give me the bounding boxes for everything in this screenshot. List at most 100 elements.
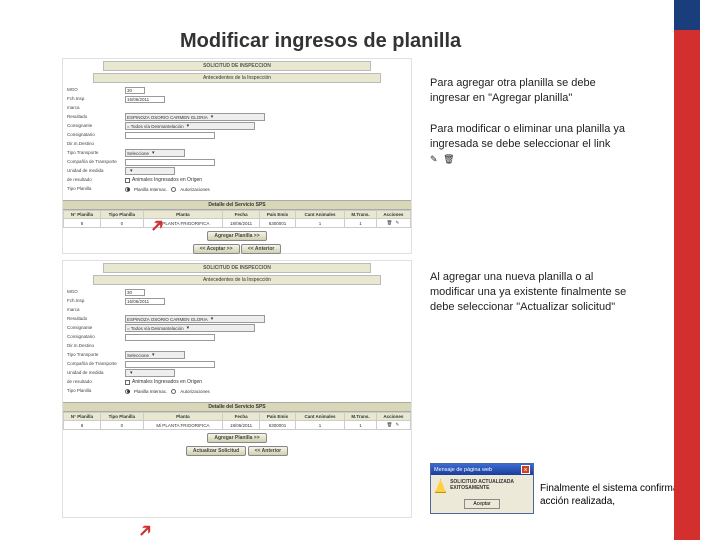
td-np: 8 <box>64 219 101 228</box>
radio-internac-b[interactable] <box>125 389 130 394</box>
screenshot-bottom: SOLICITUD DE INSPECCION Antecedentes de … <box>62 260 412 518</box>
lbl-consignante-b: Consignante <box>67 325 123 334</box>
lbl-resultado2: de resultado <box>67 177 123 186</box>
mgo-input[interactable]: 30 <box>125 87 145 94</box>
transporte-select[interactable]: Seleccione <box>125 149 185 157</box>
lbl-marca: marca <box>67 105 123 114</box>
radio-autoriz-label-b: Autorizaciones <box>180 389 210 394</box>
table-row: 8 0 Mi PLANTA FRIGORIFICA 18/06/2011 630… <box>64 219 411 228</box>
td-tipo-b: 0 <box>100 421 143 430</box>
close-icon[interactable]: × <box>521 465 530 474</box>
td-tipo: 0 <box>100 219 143 228</box>
transporte-select-b[interactable]: Seleccione <box>125 351 185 359</box>
lbl-compania: Compañía de Transporte <box>67 159 123 168</box>
lbl-marca-b: marca <box>67 307 123 316</box>
brand-red <box>674 30 700 540</box>
pencil-icon: ✎ <box>430 153 440 163</box>
origen-checkbox-b[interactable] <box>125 380 130 385</box>
radio-internac-label-b: Planilla Internac. <box>134 389 167 394</box>
lbl-transporte: Tipo Transporte <box>67 150 123 159</box>
lbl-fecha: Fch.Insp. <box>67 96 123 105</box>
radio-internac-label: Planilla Internac. <box>134 187 167 192</box>
compania-input[interactable] <box>125 159 215 166</box>
row-pencil-icon[interactable]: ✎ <box>394 220 400 226</box>
radio-autoriz-b[interactable] <box>171 389 176 394</box>
form-area-b: MGO Fch.Insp. marca Resultado Consignant… <box>65 287 409 399</box>
planilla-table-b: N° Planilla Tipo Planilla Planta Fecha P… <box>63 412 411 430</box>
row-pencil-icon-b[interactable]: ✎ <box>394 422 400 428</box>
th-acc: Acciones <box>376 211 410 219</box>
lbl-transporte-b: Tipo Transporte <box>67 352 123 361</box>
row-trash-icon-b[interactable]: 🗑 <box>386 422 392 428</box>
lbl-consignante: Consignante <box>67 123 123 132</box>
th-cant: Cant Animales <box>295 211 344 219</box>
unidad-select[interactable] <box>125 167 175 175</box>
anterior-button[interactable]: << Anterior <box>241 244 282 254</box>
consignatario-input[interactable] <box>125 132 215 139</box>
lbl-tipoplanilla: Tipo Planilla <box>67 186 123 195</box>
lbl-tipoplanilla-b: Tipo Planilla <box>67 388 123 397</box>
mgo-input-b[interactable]: 30 <box>125 289 145 296</box>
dialog-message: SOLICITUD ACTUALIZADA EXITOSAMENTE <box>450 479 529 491</box>
section-label-b: Antecedentes de la Inspección <box>93 275 381 285</box>
lbl-unidad: Unidad de medida <box>67 168 123 177</box>
th-tipo-b: Tipo Planilla <box>100 413 143 421</box>
td-np-b: 8 <box>64 421 101 430</box>
th-pais-b: País Emis <box>260 413 296 421</box>
th-mt: M.Trans. <box>345 211 377 219</box>
detail-band-b: Detalle del Servicio SPS <box>63 402 411 412</box>
edit-icons: ✎ 🗑 <box>430 152 453 167</box>
resultado-select[interactable]: ESPINOZA OSORIO CARMEN GLORIA <box>125 113 265 121</box>
form-label-col: MGO Fch.Insp. marca Resultado Consignant… <box>65 85 125 197</box>
lbl-consignatario-b: Consignatario <box>67 334 123 343</box>
th-acc-b: Acciones <box>376 413 410 421</box>
row-trash-icon[interactable]: 🗑 <box>386 220 392 226</box>
th-mt-b: M.Trans. <box>345 413 377 421</box>
dialog-body: SOLICITUD ACTUALIZADA EXITOSAMENTE <box>431 475 533 497</box>
form-header: SOLICITUD DE INSPECCION <box>103 61 371 71</box>
th-fecha-b: Fecha <box>223 413 260 421</box>
lbl-compania-b: Compañía de Transporte <box>67 361 123 370</box>
planilla-table: N° Planilla Tipo Planilla Planta Fecha P… <box>63 210 411 228</box>
confirm-dialog: Mensaje de página web × SOLICITUD ACTUAL… <box>430 463 534 514</box>
compania-input-b[interactable] <box>125 361 215 368</box>
lbl-unidad-b: Unidad de medida <box>67 370 123 379</box>
detail-band: Detalle del Servicio SPS <box>63 200 411 210</box>
agregar-button-b[interactable]: Agregar Planilla >> <box>207 433 266 443</box>
lbl-resultado: Resultado <box>67 114 123 123</box>
note-modificar-text: Para modificar o eliminar una planilla y… <box>430 123 625 150</box>
consignante-select[interactable]: = Todos vía Desmantelación <box>125 122 255 130</box>
consignante-select-b[interactable]: = Todos vía Desmantelación <box>125 324 255 332</box>
th-tipo: Tipo Planilla <box>100 211 143 219</box>
fecha-input[interactable]: 15/06/2011 <box>125 96 165 103</box>
anterior-button-b[interactable]: << Anterior <box>248 446 289 456</box>
form-header-b: SOLICITUD DE INSPECCION <box>103 263 371 273</box>
note-modificar: Para modificar o eliminar una planilla y… <box>430 122 630 167</box>
td-pais: 6300001 <box>260 219 296 228</box>
brand-stripe <box>674 0 700 540</box>
dialog-accept-button[interactable]: Aceptar <box>464 499 500 509</box>
form-label-col-b: MGO Fch.Insp. marca Resultado Consignant… <box>65 287 125 399</box>
radio-autoriz[interactable] <box>171 187 176 192</box>
origen-checkbox[interactable] <box>125 178 130 183</box>
form-field-col: 30 15/06/2011 ESPINOZA OSORIO CARMEN GLO… <box>125 85 409 197</box>
table-row-b: 8 0 Mi PLANTA FRIGORIFICA 18/06/2011 630… <box>64 421 411 430</box>
brand-blue <box>674 0 700 30</box>
td-acc: 🗑 ✎ <box>376 219 410 228</box>
fecha-input-b[interactable]: 15/06/2011 <box>125 298 165 305</box>
lbl-destino-b: Dir.m.Destino <box>67 343 123 352</box>
td-fecha-b: 18/06/2011 <box>223 421 260 430</box>
unidad-select-b[interactable] <box>125 369 175 377</box>
aceptar-button[interactable]: << Aceptar >> <box>193 244 240 254</box>
th-np-b: N° Planilla <box>64 413 101 421</box>
resultado-select-b[interactable]: ESPINOZA OSORIO CARMEN GLORIA <box>125 315 265 323</box>
page-title: Modificar ingresos de planilla <box>180 30 461 53</box>
td-mt: 1 <box>345 219 377 228</box>
lbl-resultado2-b: de resultado <box>67 379 123 388</box>
agregar-button[interactable]: Agregar Planilla >> <box>207 231 266 241</box>
consignatario-input-b[interactable] <box>125 334 215 341</box>
actualizar-button[interactable]: Actualizar Solicitud <box>186 446 246 456</box>
td-pais-b: 6300001 <box>260 421 296 430</box>
radio-internac[interactable] <box>125 187 130 192</box>
origen-label: Animales Ingresados en Origen <box>132 177 202 183</box>
